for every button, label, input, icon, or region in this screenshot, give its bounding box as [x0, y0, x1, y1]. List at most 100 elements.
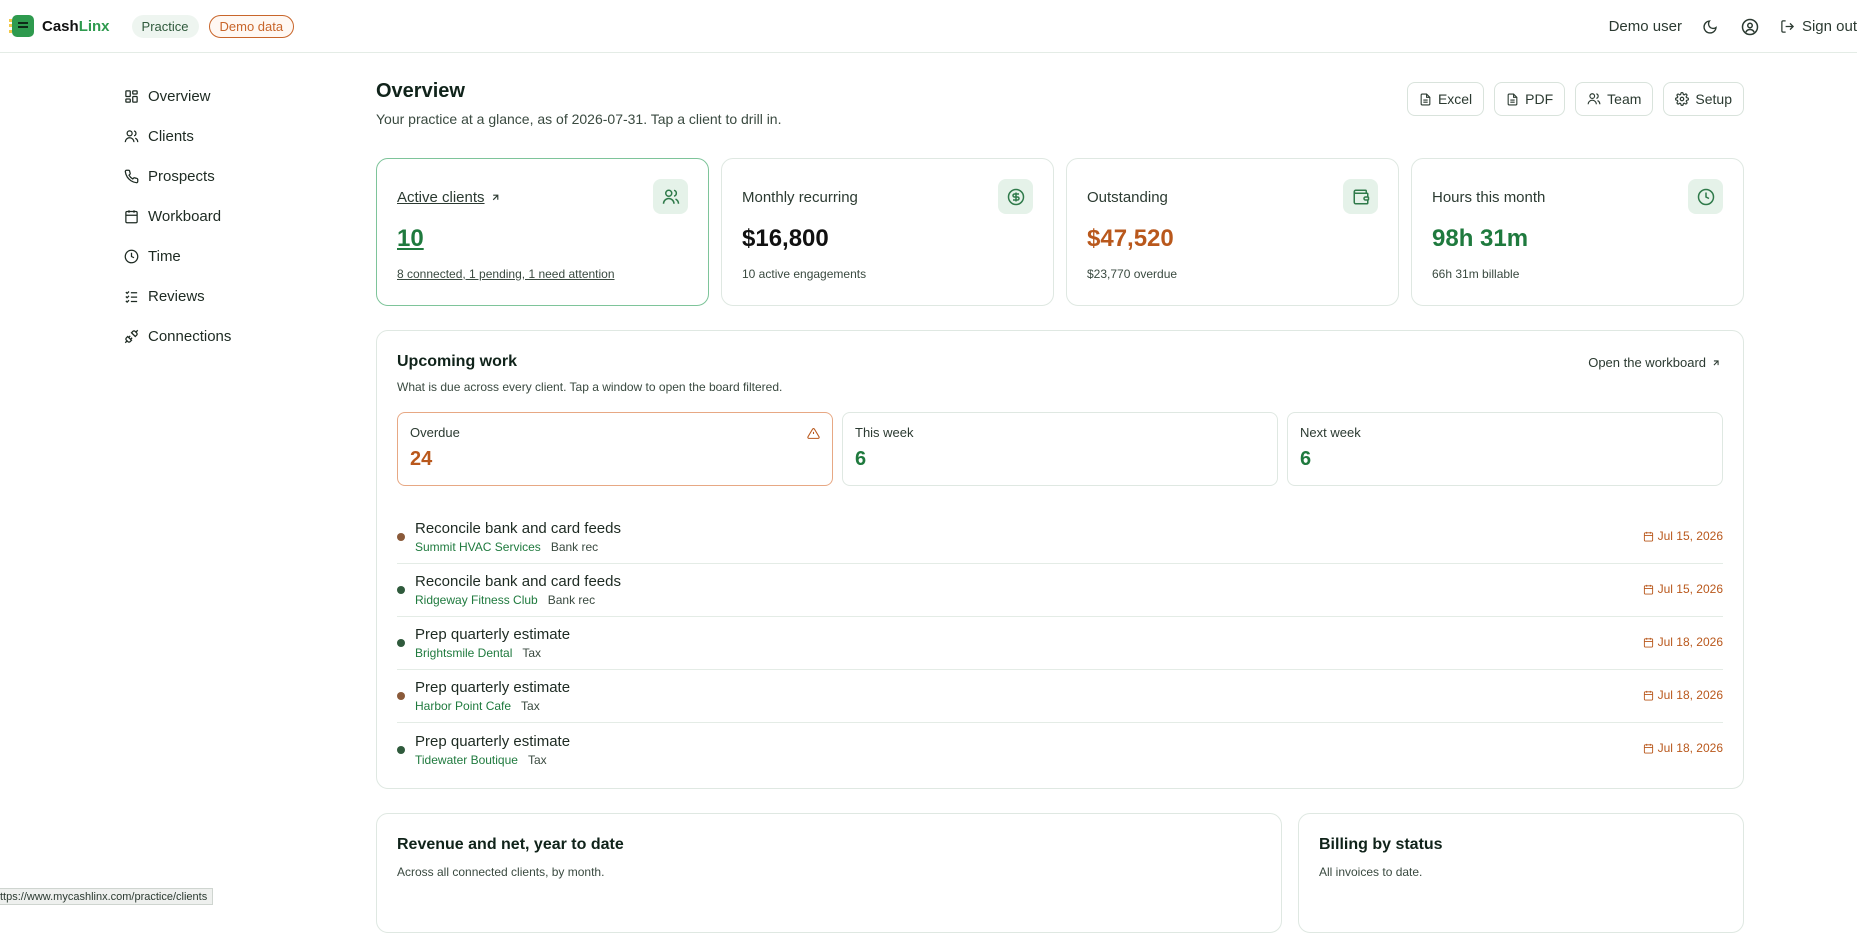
- task-title: Reconcile bank and card feeds: [415, 520, 621, 537]
- billing-subtitle: All invoices to date.: [1319, 865, 1423, 879]
- task-client: Harbor Point Cafe: [415, 699, 512, 713]
- task-due-date: Jul 18, 2026: [1643, 635, 1723, 649]
- cashlinx-logo-icon: [9, 15, 34, 37]
- window-label: This week: [855, 425, 914, 440]
- excel-label: Excel: [1437, 91, 1473, 107]
- pdf-button[interactable]: PDF: [1494, 82, 1566, 116]
- stat-cards: Active clients 10 8 connected, 1 pending…: [376, 158, 1744, 306]
- task-client: Summit HVAC Services: [415, 540, 541, 554]
- sidebar-item-workboard[interactable]: Workboard: [124, 196, 324, 236]
- task-title: Prep quarterly estimate: [415, 626, 571, 643]
- task-date-text: Jul 18, 2026: [1657, 635, 1723, 649]
- status-dot: [397, 639, 405, 647]
- window-count: 24: [410, 448, 433, 470]
- stat-note: 66h 31m billable: [1432, 267, 1520, 281]
- task-date-text: Jul 18, 2026: [1657, 688, 1723, 702]
- task-due-date: Jul 15, 2026: [1643, 582, 1723, 596]
- task-category: Tax: [522, 646, 542, 660]
- upcoming-subtitle: What is due across every client. Tap a w…: [397, 380, 783, 394]
- status-dot: [397, 586, 405, 594]
- account-icon[interactable]: [1740, 17, 1760, 37]
- main-content: Overview Your practice at a glance, as o…: [376, 80, 1744, 933]
- sidebar-item-connections[interactable]: Connections: [124, 316, 324, 356]
- moon-icon[interactable]: [1700, 17, 1720, 37]
- users-icon: [653, 179, 688, 214]
- revenue-card: Revenue and net, year to date Across all…: [376, 813, 1282, 933]
- calendar-icon: [1643, 690, 1653, 701]
- sidebar-item-prospects[interactable]: Prospects: [124, 156, 324, 196]
- grid-icon: [125, 89, 138, 103]
- sidebar-item-label: Overview: [148, 87, 211, 105]
- users-icon: [1587, 93, 1601, 105]
- clock-icon: [124, 249, 139, 263]
- status-dot: [397, 533, 405, 541]
- window-overdue[interactable]: Overdue 24: [397, 412, 833, 486]
- status-dot: [397, 692, 405, 700]
- brand[interactable]: CashLinx: [9, 15, 110, 37]
- window-next-week[interactable]: Next week 6: [1287, 412, 1723, 486]
- stat-value: $47,520: [1087, 225, 1174, 252]
- task-date-text: Jul 15, 2026: [1657, 529, 1723, 543]
- arrow-up-right-icon: [1713, 359, 1719, 365]
- task-title: Prep quarterly estimate: [415, 732, 571, 750]
- sidebar-item-clients[interactable]: Clients: [124, 116, 324, 156]
- task-category: Tax: [527, 752, 547, 767]
- calendar-icon: [1643, 743, 1653, 754]
- task-client: Ridgeway Fitness Club: [415, 593, 538, 607]
- task-due-date: Jul 15, 2026: [1643, 529, 1723, 543]
- sidebar-item-reviews[interactable]: Reviews: [124, 276, 324, 316]
- excel-button[interactable]: Excel: [1406, 82, 1485, 116]
- stat-label: Active clients: [397, 189, 688, 206]
- stat-value: 98h 31m: [1432, 225, 1529, 252]
- open-workboard-link[interactable]: Open the workboard: [1588, 355, 1721, 370]
- demo-data-badge: Demo data: [208, 14, 295, 38]
- sidebar-item-label: Reviews: [148, 287, 205, 305]
- pdf-label: PDF: [1525, 91, 1554, 107]
- task-row[interactable]: Reconcile bank and card feeds Ridgeway F…: [397, 564, 1723, 617]
- revenue-title: Revenue and net, year to date: [397, 836, 624, 853]
- sidebar-item-overview[interactable]: Overview: [124, 76, 324, 116]
- task-row[interactable]: Prep quarterly estimate Brightsmile Dent…: [397, 617, 1723, 670]
- window-this-week[interactable]: This week 6: [842, 412, 1278, 486]
- users-icon: [124, 129, 139, 142]
- task-row[interactable]: Reconcile bank and card feeds Summit HVA…: [397, 511, 1723, 564]
- task-date-text: Jul 18, 2026: [1657, 741, 1723, 755]
- stat-note: $23,770 overdue: [1087, 267, 1178, 281]
- task-title: Prep quarterly estimate: [415, 679, 571, 696]
- sidebar-item-label: Connections: [148, 327, 232, 345]
- task-title: Reconcile bank and card feeds: [415, 573, 621, 590]
- brand-prefix: Cash: [42, 17, 79, 35]
- task-row[interactable]: Prep quarterly estimate Tidewater Boutiq…: [397, 723, 1723, 776]
- team-button[interactable]: Team: [1575, 82, 1654, 116]
- task-due-date: Jul 18, 2026: [1643, 741, 1723, 755]
- dollar-icon: [998, 179, 1033, 214]
- sign-out-label: Sign out: [1801, 18, 1857, 35]
- calendar-icon: [1643, 531, 1653, 542]
- status-dot: [397, 745, 405, 754]
- stat-card-active-clients[interactable]: Active clients 10 8 connected, 1 pending…: [376, 158, 709, 306]
- calendar-icon: [1643, 637, 1653, 648]
- open-workboard-label: Open the workboard: [1588, 355, 1706, 370]
- user-name: Demo user: [1608, 18, 1682, 35]
- stat-note: 10 active engagements: [742, 267, 867, 281]
- window-label: Next week: [1300, 425, 1361, 440]
- setup-button[interactable]: Setup: [1663, 82, 1744, 116]
- setup-label: Setup: [1695, 91, 1732, 107]
- stat-card-outstanding: Outstanding $47,520 $23,770 overdue: [1066, 158, 1399, 306]
- plug-icon: [124, 329, 139, 343]
- sign-out-button[interactable]: Sign out: [1780, 18, 1857, 35]
- sidebar-item-time[interactable]: Time: [124, 236, 324, 276]
- stat-label-text: Active clients: [397, 189, 485, 206]
- task-row[interactable]: Prep quarterly estimate Harbor Point Caf…: [397, 670, 1723, 723]
- work-windows: Overdue 24 This week 6 Next week 6: [397, 412, 1723, 486]
- calendar-icon: [125, 209, 138, 223]
- clock-icon: [1688, 179, 1723, 214]
- revenue-subtitle: Across all connected clients, by month.: [397, 865, 605, 879]
- calendar-icon: [1643, 584, 1653, 595]
- topbar-actions: Demo user Sign out: [1609, 0, 1857, 53]
- file-icon: [1420, 93, 1431, 105]
- upcoming-title: Upcoming work: [397, 353, 518, 370]
- task-list: Reconcile bank and card feeds Summit HVA…: [397, 511, 1723, 776]
- file-icon: [1507, 93, 1518, 105]
- team-label: Team: [1607, 91, 1642, 107]
